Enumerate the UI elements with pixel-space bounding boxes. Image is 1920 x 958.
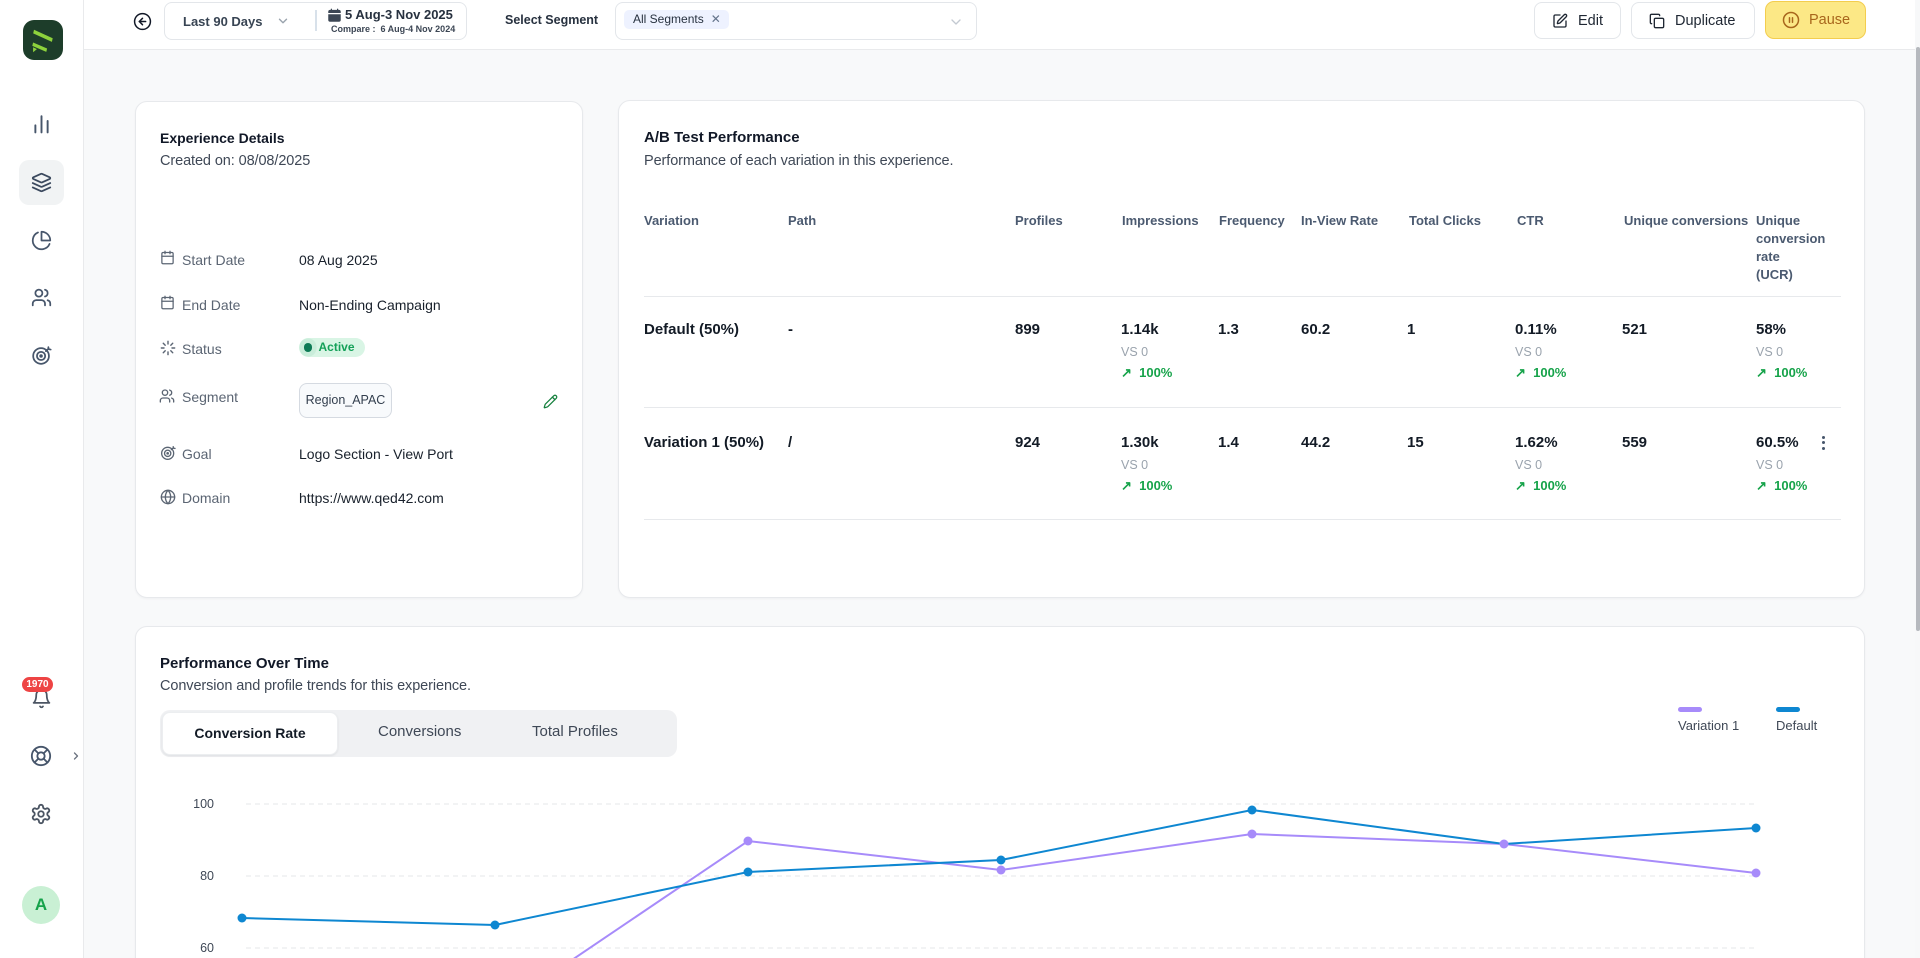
svg-text:80: 80 (200, 869, 214, 883)
svg-text:100: 100 (193, 797, 214, 811)
svg-text:60: 60 (200, 941, 214, 955)
